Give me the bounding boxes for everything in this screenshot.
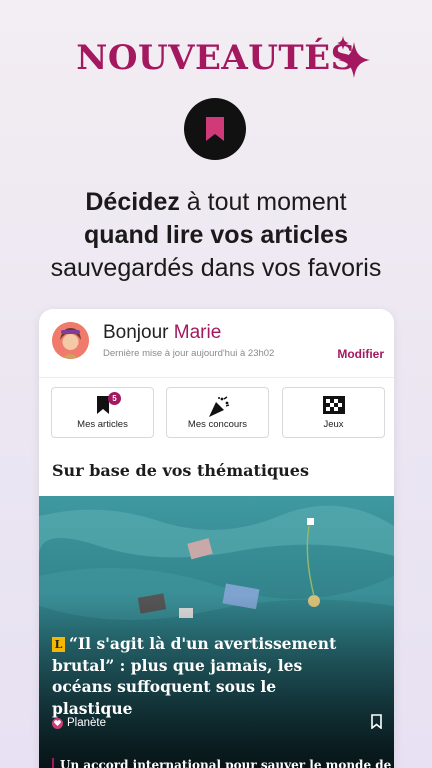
user-name: Marie [173,322,222,343]
headline-bold-2: quand lire vos articles [84,221,348,249]
section-title: Sur base de vos thématiques [52,461,309,480]
checkerboard-icon [322,396,345,414]
my-contests-button[interactable]: Mes concours [166,387,269,438]
greeting-text: Bonjour [103,322,169,343]
divider [39,377,394,378]
greeting: Bonjour Marie [103,322,221,344]
my-articles-button[interactable]: 5 Mes articles [51,387,154,438]
modify-button[interactable]: Modifier [337,347,384,361]
games-button[interactable]: Jeux [282,387,385,438]
avatar[interactable] [52,322,89,359]
articles-count-badge: 5 [108,392,121,405]
headline-regular-2: sauvegardés dans vos favoris [50,254,382,282]
next-article-title[interactable]: Un accord international pour sauver le m… [52,758,394,768]
headline-bold-1: Décidez [85,188,180,216]
featured-article-title-text: “Il s'agit là d'un avertissement brutal”… [52,634,337,718]
profile-header: Bonjour Marie Dernière mise à jour aujou… [39,309,394,377]
headline-regular-1: à tout moment [179,188,347,216]
featured-article-title[interactable]: L “Il s'agit là d'un avertissement brutal… [52,633,352,719]
games-label: Jeux [323,419,344,430]
bookmark-icon [96,396,109,414]
my-contests-label: Mes concours [187,419,248,430]
promo-headline: Décidez à tout moment quand lire vos art… [0,186,432,285]
topic-tag[interactable]: Planète [52,717,106,729]
topic-label: Planète [67,717,107,729]
sparkle-icon [337,36,370,78]
party-popper-icon [208,396,229,417]
heart-icon [52,717,63,729]
my-articles-label: Mes articles [77,419,128,430]
featured-article[interactable]: L “Il s'agit là d'un avertissement brutal… [39,496,394,768]
bookmark-feature-icon [184,98,246,160]
premium-badge: L [52,637,65,652]
app-preview-card: Bonjour Marie Dernière mise à jour aujou… [39,309,394,768]
last-update: Dernière mise à jour aujourd'hui à 23h02 [103,348,275,359]
save-article-icon[interactable] [371,714,382,729]
